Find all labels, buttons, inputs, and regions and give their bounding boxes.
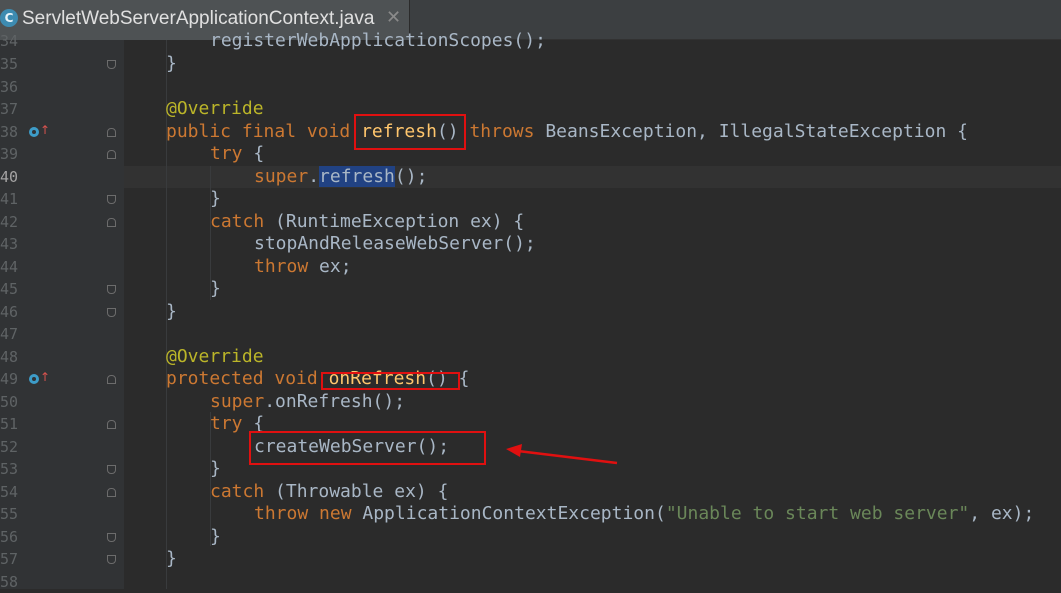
red-arrow <box>506 444 618 465</box>
